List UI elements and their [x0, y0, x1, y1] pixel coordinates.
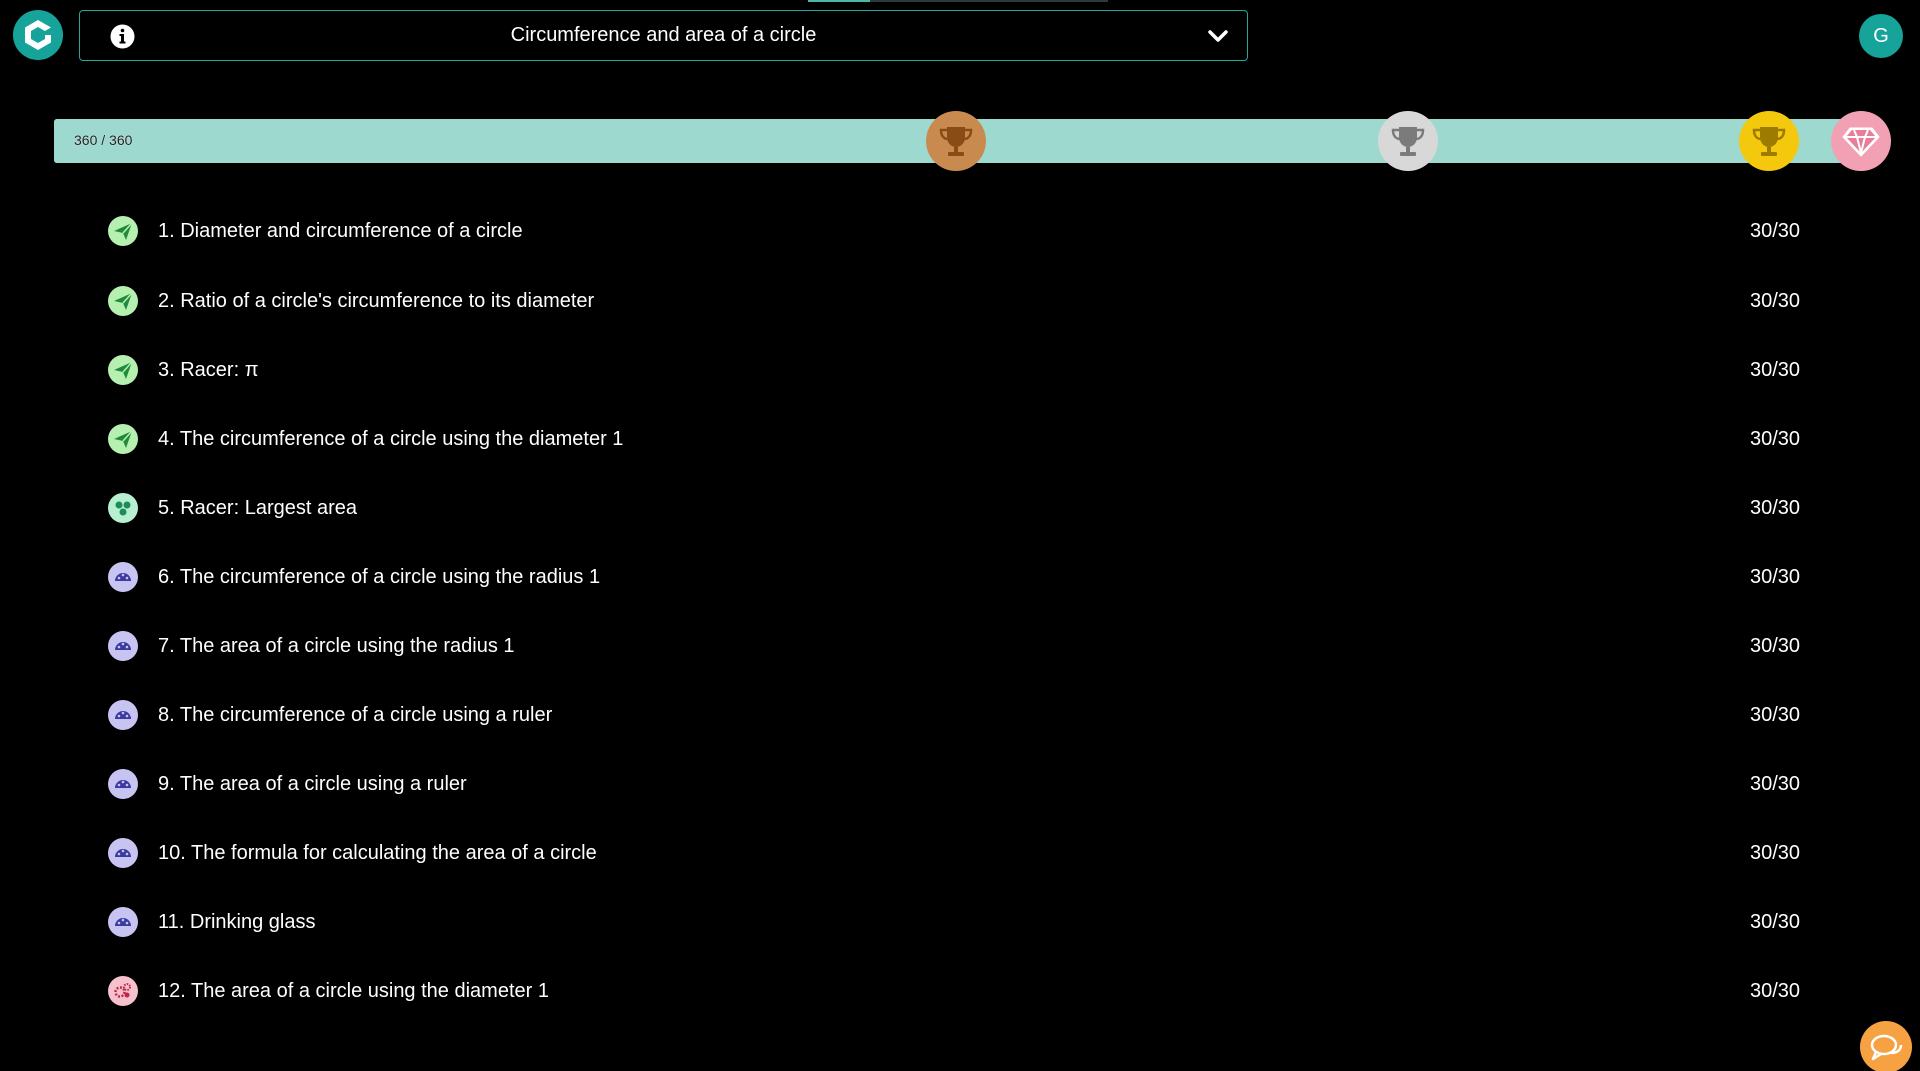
gauge-icon: [108, 631, 138, 661]
lesson-title: 12. The area of a circle using the diame…: [158, 979, 549, 1002]
lesson-score: 30/30: [1750, 703, 1801, 726]
lesson-item[interactable]: 2. Ratio of a circle's circumference to …: [108, 279, 1808, 323]
gold-trophy-icon: [1739, 111, 1799, 171]
silver-trophy-icon: [1378, 111, 1438, 171]
lesson-title: 3. Racer: π: [158, 358, 259, 381]
chevron-down-icon[interactable]: [1207, 27, 1229, 45]
lesson-title: 4. The circumference of a circle using t…: [158, 427, 624, 450]
lesson-title: 5. Racer: Largest area: [158, 496, 357, 519]
lesson-score: 30/30: [1750, 565, 1801, 588]
lesson-item[interactable]: 4. The circumference of a circle using t…: [108, 417, 1808, 461]
lesson-item[interactable]: 5. Racer: Largest area 30/30: [108, 486, 1808, 530]
lesson-title: 11. Drinking glass: [158, 910, 316, 933]
lesson-score: 30/30: [1750, 427, 1801, 450]
lesson-title: 7. The area of a circle using the radius…: [158, 634, 515, 657]
racer-icon: [108, 493, 138, 523]
top-tab-indicator-active: [808, 0, 870, 2]
topic-title: Circumference and area of a circle: [510, 24, 817, 46]
lesson-item[interactable]: 9. The area of a circle using a ruler 30…: [108, 762, 1808, 806]
gears-icon: [108, 976, 138, 1006]
paper-plane-icon: [108, 286, 138, 316]
app-logo-icon[interactable]: [13, 10, 63, 60]
page: Circumference and area of a circle G 360…: [0, 0, 1920, 1071]
lesson-score: 30/30: [1750, 289, 1801, 312]
gauge-icon: [108, 700, 138, 730]
lesson-score: 30/30: [1750, 772, 1801, 795]
diamond-icon: [1831, 111, 1891, 171]
paper-plane-icon: [108, 424, 138, 454]
lesson-score: 30/30: [1750, 634, 1801, 657]
gauge-icon: [108, 769, 138, 799]
lesson-item[interactable]: 3. Racer: π 30/30: [108, 348, 1808, 392]
lesson-title: 8. The circumference of a circle using a…: [158, 703, 553, 726]
lesson-item[interactable]: 11. Drinking glass 30/30: [108, 900, 1808, 944]
gauge-icon: [108, 838, 138, 868]
user-avatar[interactable]: G: [1859, 14, 1903, 58]
lesson-item[interactable]: 10. The formula for calculating the area…: [108, 831, 1808, 875]
lesson-title: 10. The formula for calculating the area…: [158, 841, 597, 864]
lesson-title: 6. The circumference of a circle using t…: [158, 565, 601, 588]
info-icon[interactable]: [110, 24, 135, 49]
lesson-item[interactable]: 8. The circumference of a circle using a…: [108, 693, 1808, 737]
paper-plane-icon: [108, 216, 138, 246]
progress-label: 360 / 360: [74, 132, 133, 148]
lesson-item[interactable]: 12. The area of a circle using the diame…: [108, 969, 1808, 1013]
lesson-item[interactable]: 1. Diameter and circumference of a circl…: [108, 209, 1808, 253]
paper-plane-icon: [108, 355, 138, 385]
lesson-score: 30/30: [1750, 979, 1801, 1002]
lesson-title: 2. Ratio of a circle's circumference to …: [158, 289, 595, 312]
lesson-score: 30/30: [1750, 219, 1801, 242]
bronze-trophy-icon: [926, 111, 986, 171]
lesson-score: 30/30: [1750, 496, 1801, 519]
gauge-icon: [108, 907, 138, 937]
lesson-title: 9. The area of a circle using a ruler: [158, 772, 467, 795]
gauge-icon: [108, 562, 138, 592]
chat-icon[interactable]: [1860, 1021, 1912, 1071]
topic-selector[interactable]: Circumference and area of a circle: [79, 10, 1248, 61]
lesson-title: 1. Diameter and circumference of a circl…: [158, 219, 523, 242]
lesson-score: 30/30: [1750, 358, 1801, 381]
top-tab-indicator: [808, 0, 1108, 2]
lesson-item[interactable]: 7. The area of a circle using the radius…: [108, 624, 1808, 668]
lesson-score: 30/30: [1750, 910, 1801, 933]
lesson-item[interactable]: 6. The circumference of a circle using t…: [108, 555, 1808, 599]
lesson-score: 30/30: [1750, 841, 1801, 864]
